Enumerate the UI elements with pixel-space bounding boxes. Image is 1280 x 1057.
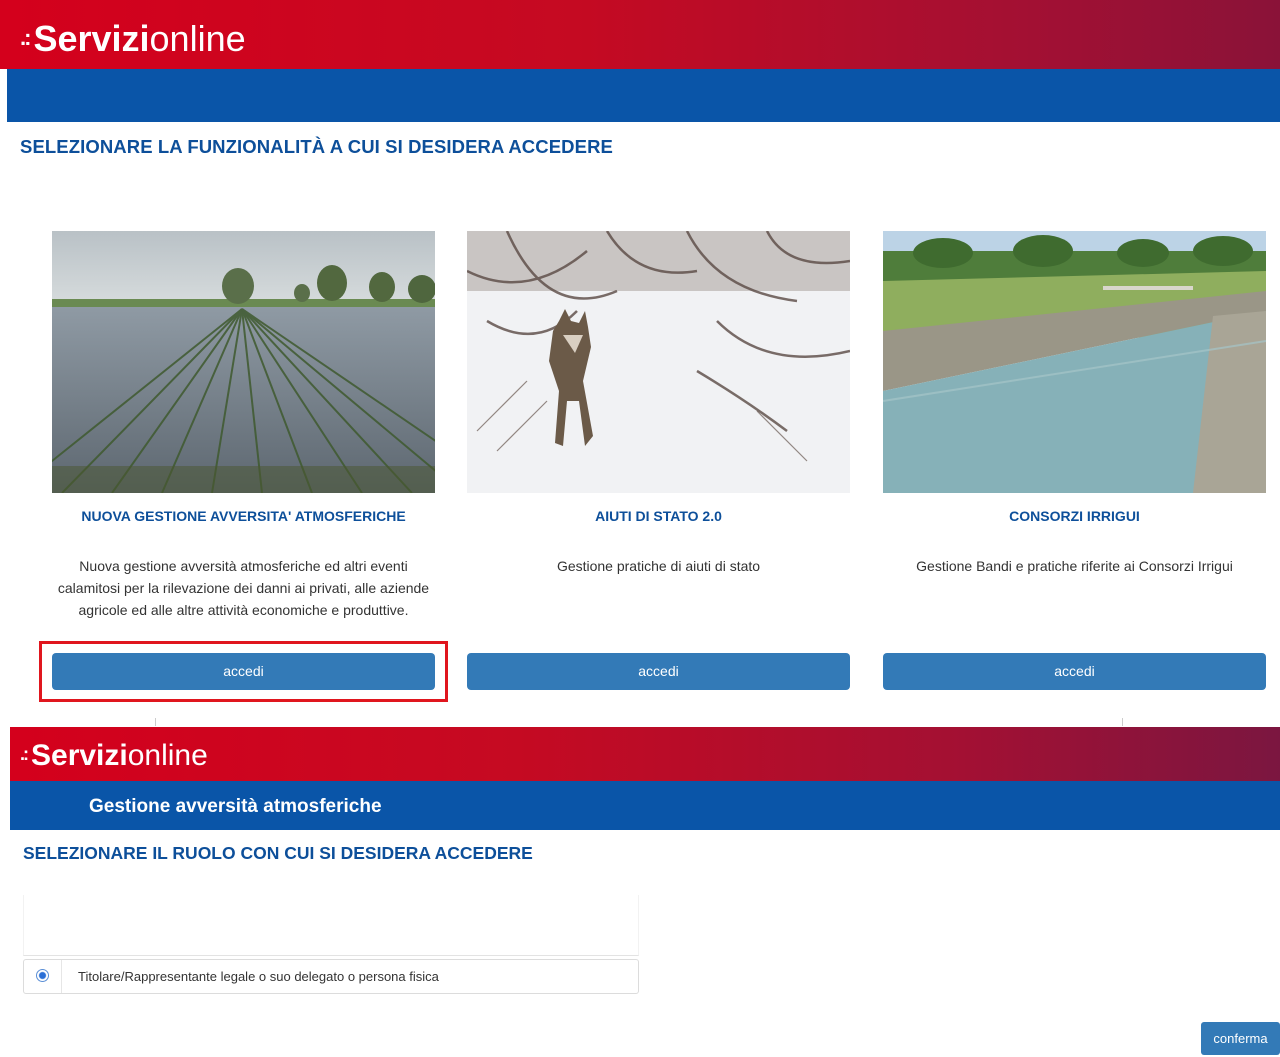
- service-card-consorzi-irrigui: CONSORZI IRRIGUI Gestione Bandi e pratic…: [883, 231, 1266, 690]
- divider: [155, 718, 156, 726]
- role-label: Titolare/Rappresentante legale o suo del…: [78, 969, 439, 984]
- radio-cell: [24, 960, 62, 993]
- brand-light: online: [149, 18, 246, 59]
- accedi-button[interactable]: accedi: [883, 653, 1266, 690]
- page-title: SELEZIONARE LA FUNZIONALITÀ A CUI SI DES…: [20, 136, 613, 157]
- highlight-box: [39, 641, 448, 702]
- card-description: Nuova gestione avversità atmosferiche ed…: [57, 558, 430, 618]
- brand-logo[interactable]: .: Servizionline: [20, 16, 246, 61]
- bottom-header: .: Servizionline: [10, 727, 1280, 781]
- role-heading: SELEZIONARE IL RUOLO CON CUI SI DESIDERA…: [23, 843, 533, 863]
- app-title-bar: Gestione avversità atmosferiche: [10, 781, 1280, 830]
- confirm-button[interactable]: conferma: [1201, 1022, 1280, 1055]
- card-description: Gestione Bandi e pratiche riferite ai Co…: [916, 558, 1233, 574]
- radio-button[interactable]: [36, 969, 49, 982]
- brand-logo[interactable]: .: Servizionline: [20, 735, 208, 775]
- card-title: NUOVA GESTIONE AVVERSITA' ATMOSFERICHE: [81, 508, 406, 524]
- flooded-field-image: [52, 231, 435, 493]
- divider: [1122, 718, 1123, 726]
- accedi-button[interactable]: accedi: [467, 653, 850, 690]
- wolf-in-snow-image: [467, 231, 850, 493]
- service-card-avversita: NUOVA GESTIONE AVVERSITA' ATMOSFERICHE N…: [52, 231, 435, 690]
- brand-strong: Servizi: [31, 739, 128, 772]
- irrigation-canal-image: [883, 231, 1266, 493]
- card-title: AIUTI DI STATO 2.0: [595, 508, 722, 524]
- brand-dots: .:: [20, 25, 32, 50]
- brand-dots: .:: [20, 744, 29, 764]
- card-description: Gestione pratiche di aiuti di stato: [556, 558, 761, 574]
- role-option[interactable]: Titolare/Rappresentante legale o suo del…: [23, 959, 639, 994]
- top-header: .: Servizionline: [0, 0, 1280, 69]
- brand-light: online: [127, 739, 208, 772]
- brand-strong: Servizi: [33, 18, 150, 59]
- top-nav-bar: [7, 69, 1280, 122]
- service-card-aiuti-stato: AIUTI DI STATO 2.0 Gestione pratiche di …: [467, 231, 850, 690]
- app-title: Gestione avversità atmosferiche: [89, 796, 382, 817]
- card-title: CONSORZI IRRIGUI: [1009, 508, 1140, 524]
- role-list-container: [23, 895, 639, 956]
